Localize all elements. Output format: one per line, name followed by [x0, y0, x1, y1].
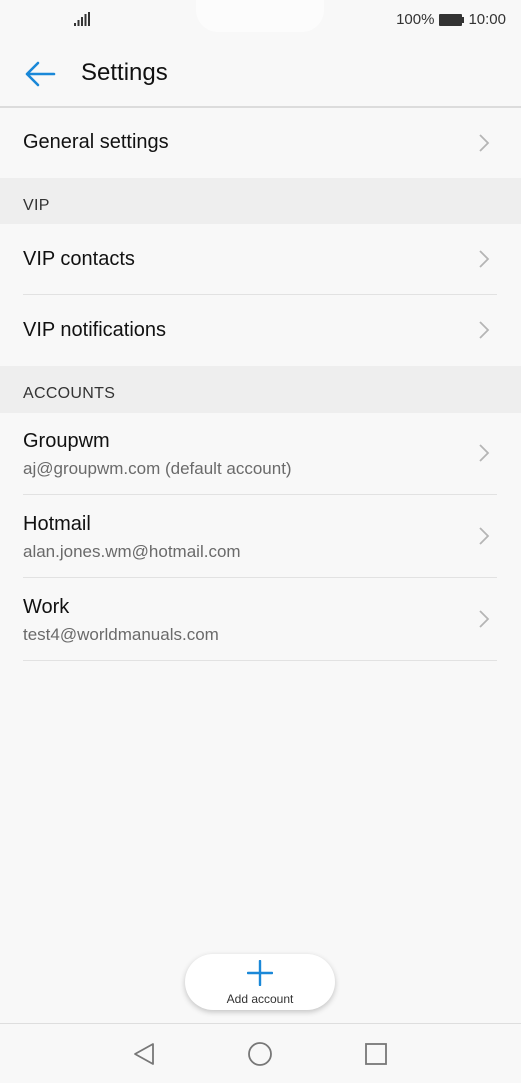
account-name: Hotmail [23, 513, 91, 535]
chevron-right-icon [479, 250, 490, 268]
section-header-accounts: ACCOUNTS [0, 366, 521, 413]
clock: 10:00 [468, 11, 506, 28]
account-email: aj@groupwm.com (default account) [23, 459, 292, 478]
general-settings-label: General settings [23, 131, 169, 153]
chevron-right-icon [479, 444, 490, 462]
chevron-right-icon [479, 610, 490, 628]
signal-icon [74, 12, 90, 26]
system-nav-bar [0, 1023, 521, 1083]
account-row-groupwm[interactable]: Groupwm aj@groupwm.com (default account) [0, 413, 521, 494]
vip-notifications-row[interactable]: VIP notifications [0, 295, 521, 366]
chevron-right-icon [479, 134, 490, 152]
square-recents-icon[interactable] [362, 1040, 390, 1068]
section-header-vip: VIP [0, 178, 521, 224]
chevron-right-icon [479, 321, 490, 339]
section-title-vip: VIP [23, 197, 50, 214]
chevron-right-icon [479, 527, 490, 545]
account-row-work[interactable]: Work test4@worldmanuals.com [0, 578, 521, 660]
vip-contacts-label: VIP contacts [23, 248, 135, 270]
account-name: Work [23, 596, 70, 618]
vip-notifications-label: VIP notifications [23, 319, 167, 341]
status-bar: 100% 10:00 [0, 0, 521, 40]
general-settings-row[interactable]: General settings [0, 108, 521, 178]
app-header: Settings [0, 40, 521, 108]
add-account-button[interactable]: Add account [185, 954, 335, 1010]
camera-notch [196, 0, 324, 32]
status-right: 100% 10:00 [396, 11, 506, 28]
triangle-back-icon[interactable] [131, 1040, 159, 1068]
account-email: alan.jones.wm@hotmail.com [23, 542, 241, 561]
divider [23, 660, 497, 661]
account-row-hotmail[interactable]: Hotmail alan.jones.wm@hotmail.com [0, 495, 521, 577]
plus-icon [247, 960, 273, 986]
account-name: Groupwm [23, 430, 110, 452]
add-account-label: Add account [226, 992, 294, 1006]
page-title: Settings [81, 59, 168, 86]
vip-contacts-row[interactable]: VIP contacts [0, 224, 521, 294]
section-title-accounts: ACCOUNTS [23, 385, 116, 402]
account-email: test4@worldmanuals.com [23, 625, 219, 644]
battery-percent: 100% [396, 11, 435, 28]
circle-home-icon[interactable] [246, 1040, 274, 1068]
back-arrow-icon[interactable] [24, 60, 56, 88]
battery-icon [439, 13, 465, 26]
